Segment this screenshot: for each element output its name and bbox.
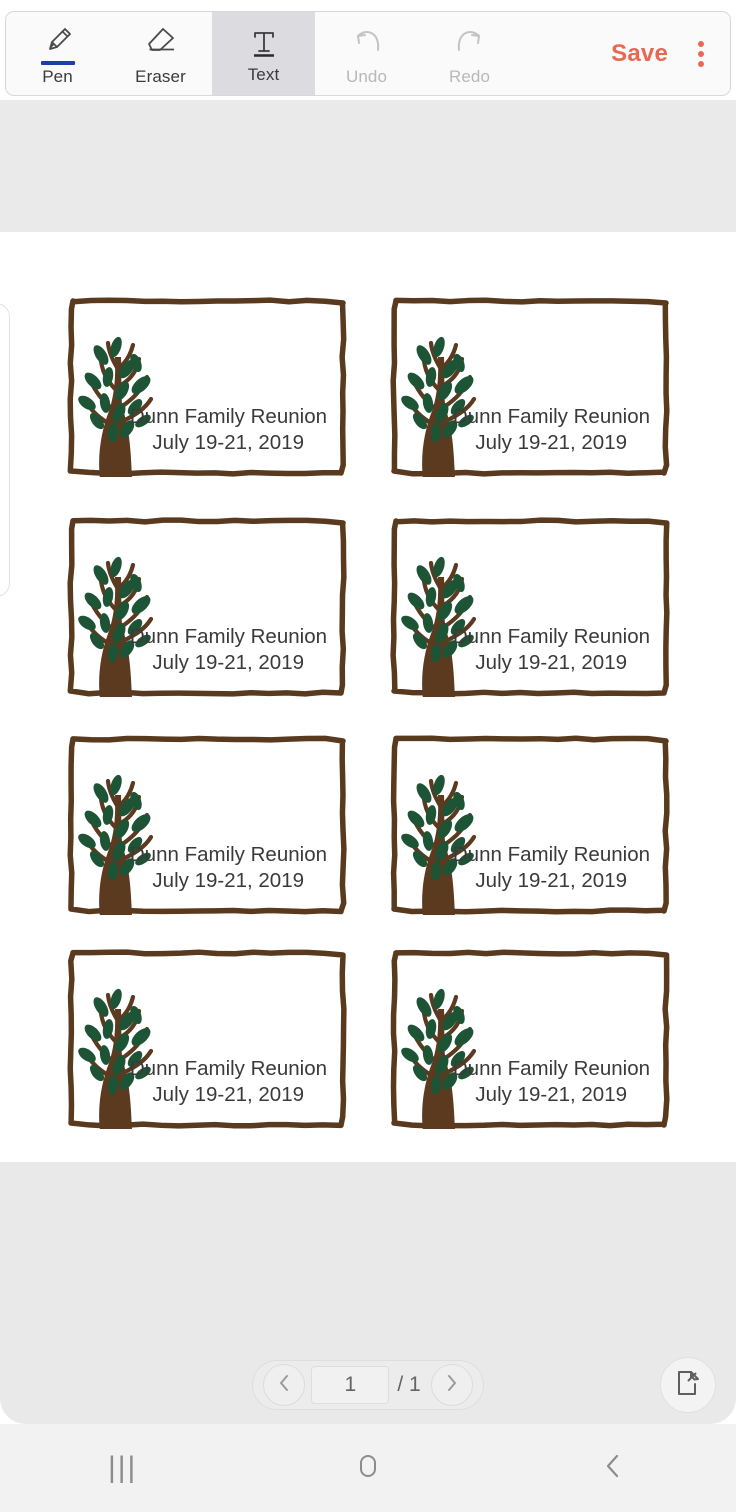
label-title: Dunn Family Reunion (453, 405, 650, 428)
label-card[interactable]: Dunn Family Reunion July 19-21, 2019 (67, 735, 347, 915)
label-date: July 19-21, 2019 (475, 869, 627, 892)
home-button[interactable] (245, 1424, 490, 1512)
label-date: July 19-21, 2019 (152, 431, 304, 454)
tool-undo-label: Undo (346, 67, 387, 87)
save-button[interactable]: Save (607, 12, 672, 95)
recents-button[interactable]: ||| (0, 1424, 245, 1512)
label-card[interactable]: Dunn Family Reunion July 19-21, 2019 (67, 297, 347, 477)
pin-page-button[interactable] (660, 1357, 716, 1413)
pen-icon (41, 20, 75, 58)
more-options-button[interactable] (672, 12, 730, 95)
tool-eraser-label: Eraser (135, 67, 186, 87)
label-card[interactable]: Dunn Family Reunion July 19-21, 2019 (390, 735, 670, 915)
tool-pen-label: Pen (42, 67, 73, 87)
more-vertical-icon-dot (698, 51, 704, 57)
editor-toolbar: Pen Eraser Text Undo Redo Save (5, 11, 731, 96)
label-title: Dunn Family Reunion (453, 625, 650, 648)
label-date: July 19-21, 2019 (475, 1083, 627, 1106)
tool-redo-label: Redo (449, 67, 490, 87)
label-title: Dunn Family Reunion (453, 1057, 650, 1080)
label-card[interactable]: Dunn Family Reunion July 19-21, 2019 (390, 297, 670, 477)
label-date: July 19-21, 2019 (152, 651, 304, 674)
label-title: Dunn Family Reunion (453, 843, 650, 866)
canvas-backdrop-top (0, 100, 736, 232)
label-card[interactable]: Dunn Family Reunion July 19-21, 2019 (390, 517, 670, 697)
eraser-icon (143, 20, 179, 58)
label-date: July 19-21, 2019 (152, 869, 304, 892)
pen-color-indicator (41, 61, 75, 65)
label-date: July 19-21, 2019 (152, 1083, 304, 1106)
chevron-left-icon (276, 1373, 292, 1398)
label-title: Dunn Family Reunion (130, 405, 327, 428)
label-title: Dunn Family Reunion (130, 625, 327, 648)
label-title: Dunn Family Reunion (130, 843, 327, 866)
chevron-right-icon (444, 1373, 460, 1398)
more-vertical-icon-dot (698, 61, 704, 67)
undo-icon (348, 20, 386, 58)
android-navigation-bar: ||| (0, 1424, 736, 1512)
page-number-input[interactable]: 1 (311, 1366, 389, 1404)
tool-eraser[interactable]: Eraser (109, 12, 212, 95)
text-icon (247, 22, 281, 60)
back-button[interactable] (491, 1424, 736, 1512)
tool-undo[interactable]: Undo (315, 12, 418, 95)
recents-icon: ||| (108, 1453, 137, 1483)
tool-text[interactable]: Text (212, 12, 315, 95)
next-page-button[interactable] (431, 1364, 473, 1406)
home-icon (351, 1449, 385, 1488)
redo-icon (451, 20, 489, 58)
label-card[interactable]: Dunn Family Reunion July 19-21, 2019 (67, 517, 347, 697)
back-icon (598, 1449, 628, 1488)
tool-pen[interactable]: Pen (6, 12, 109, 95)
save-button-label: Save (611, 40, 668, 68)
toolbar-spacer (521, 12, 607, 95)
label-date: July 19-21, 2019 (475, 651, 627, 674)
more-vertical-icon-dot (698, 41, 704, 47)
pin-page-icon (673, 1368, 703, 1403)
previous-page-button[interactable] (263, 1364, 305, 1406)
label-title: Dunn Family Reunion (130, 1057, 327, 1080)
label-sheet-grid: Dunn Family Reunion July 19-21, 2019 Dunn … (0, 232, 736, 1162)
page-total-label: / 1 (395, 1373, 424, 1397)
label-date: July 19-21, 2019 (475, 431, 627, 454)
page-navigator: 1 / 1 (252, 1360, 484, 1410)
tool-text-label: Text (248, 65, 280, 85)
tool-redo[interactable]: Redo (418, 12, 521, 95)
label-card[interactable]: Dunn Family Reunion July 19-21, 2019 (67, 949, 347, 1129)
label-card[interactable]: Dunn Family Reunion July 19-21, 2019 (390, 949, 670, 1129)
